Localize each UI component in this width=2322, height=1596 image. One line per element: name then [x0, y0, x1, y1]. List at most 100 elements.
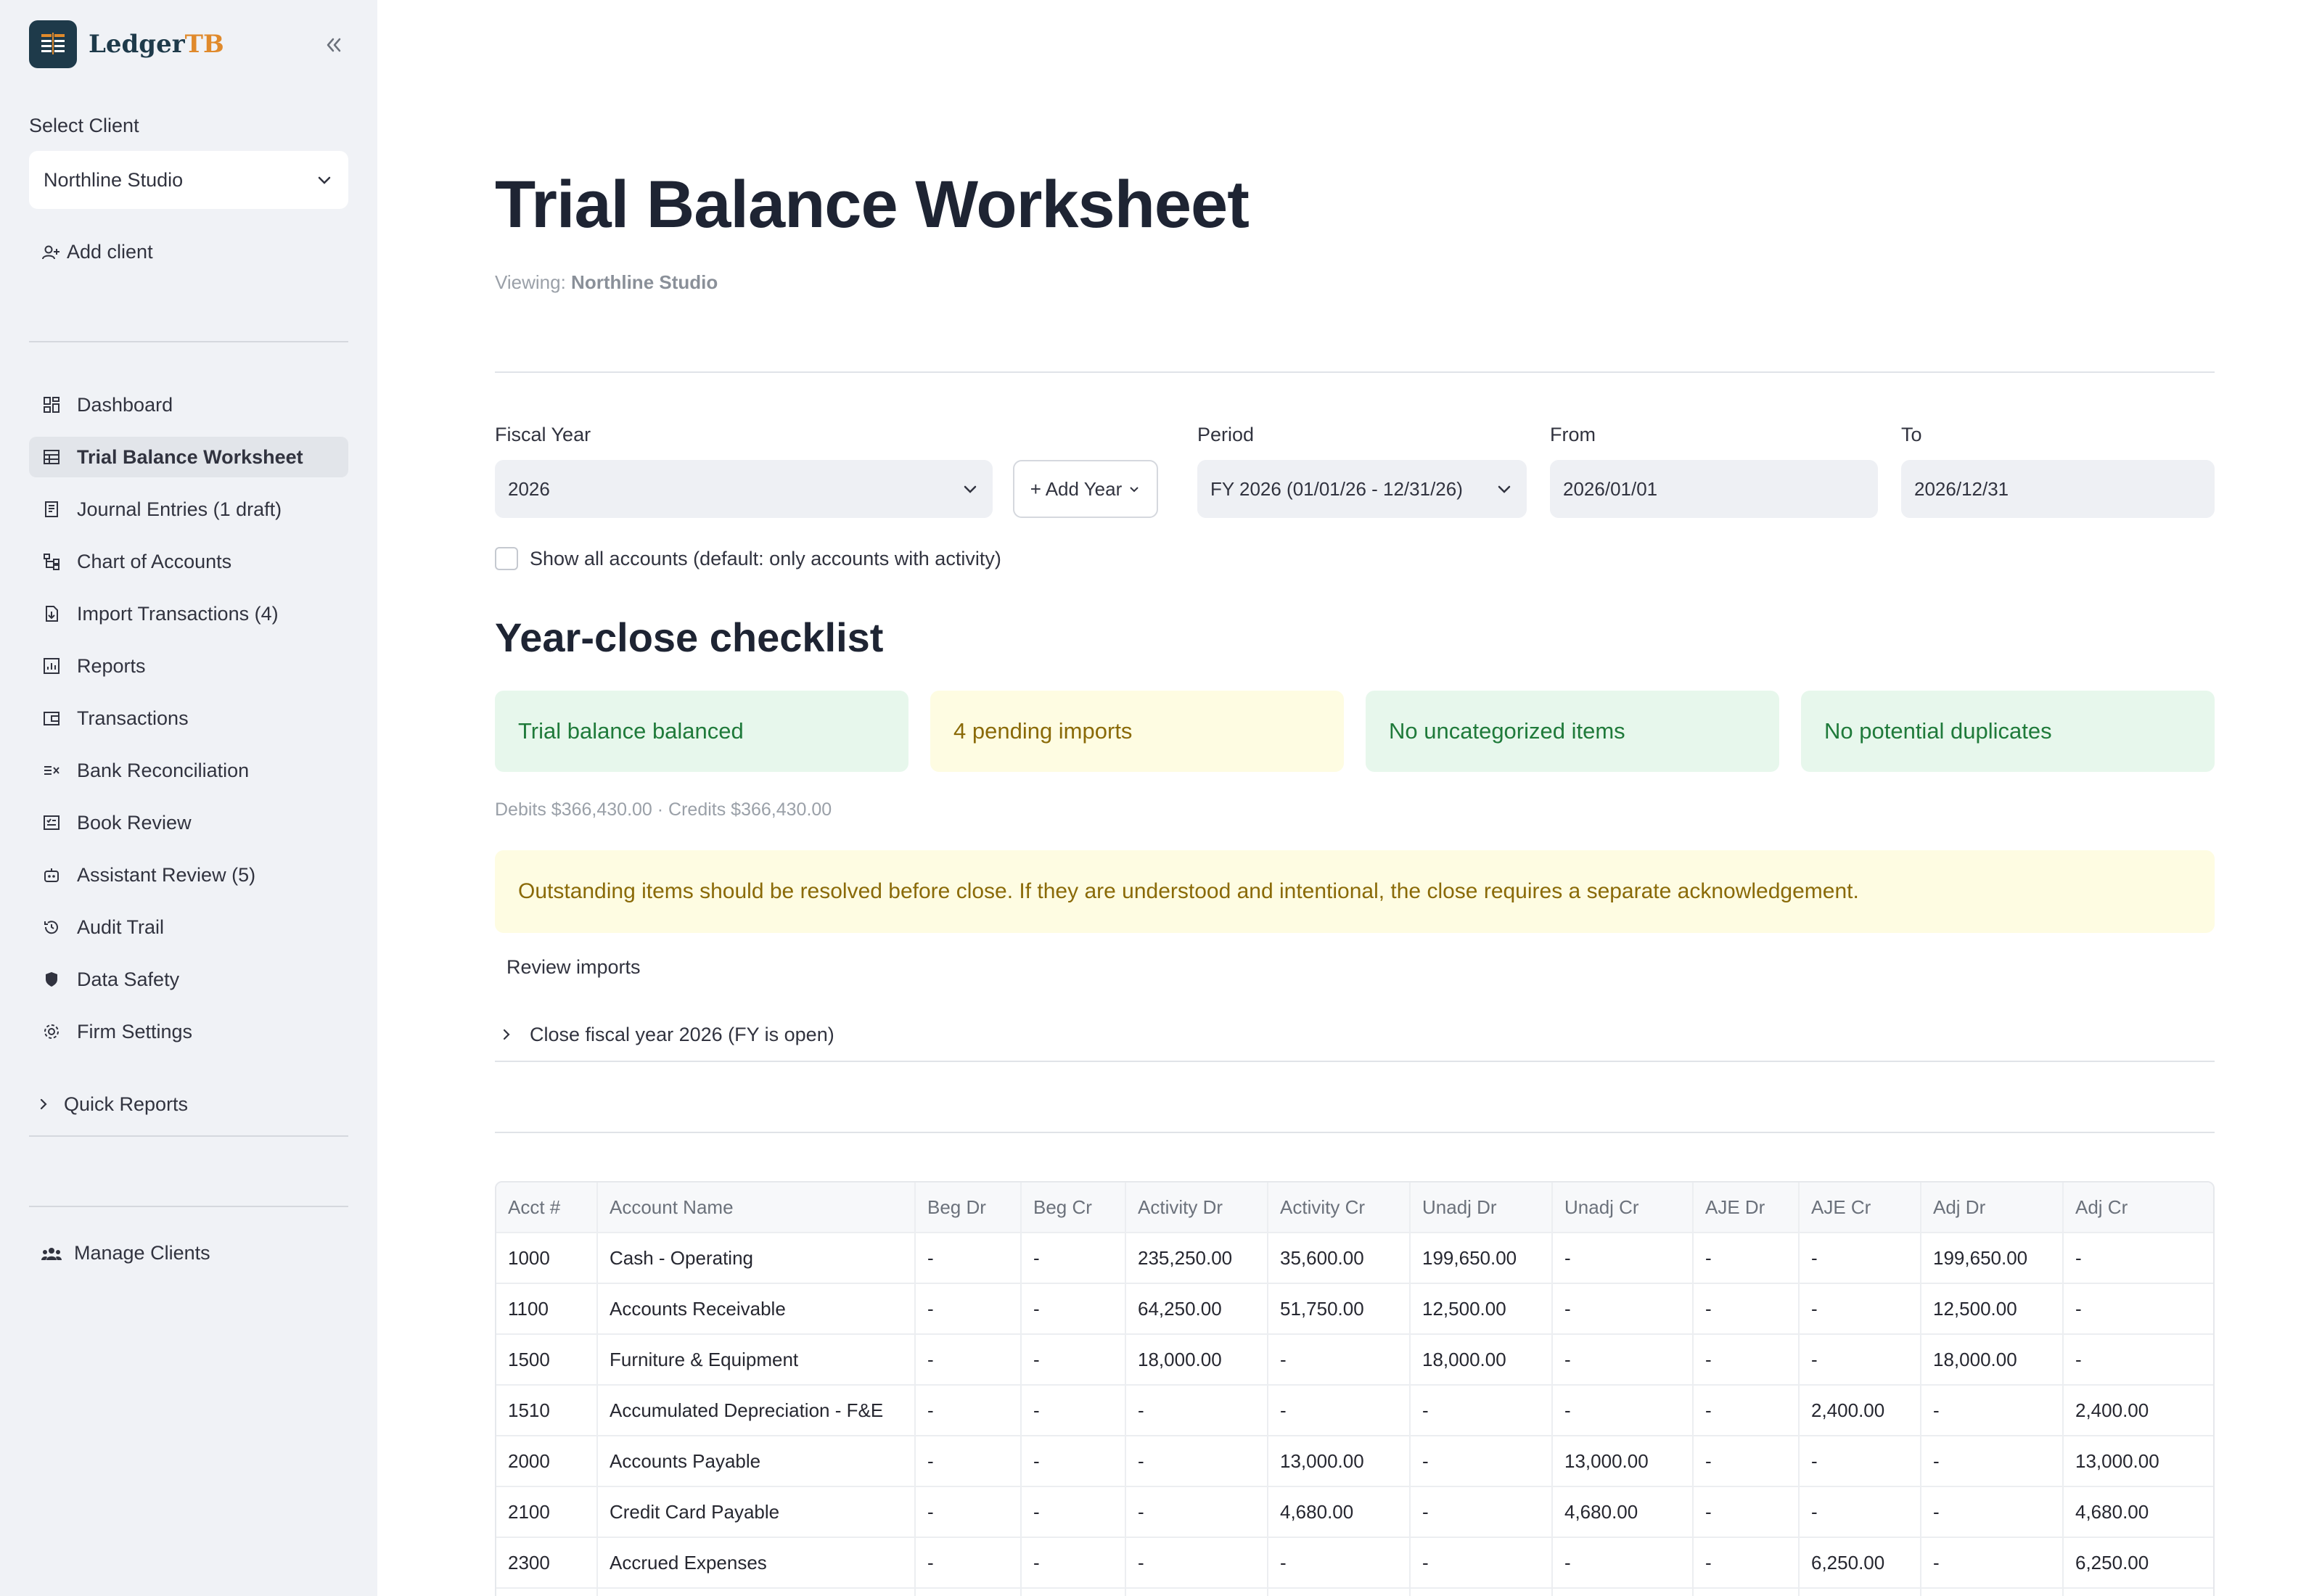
table-row[interactable]: 1000 Cash - Operating - -235,250.00 35,600.0…: [496, 1233, 2213, 1284]
sidebar-item-label: Import Transactions (4): [77, 602, 279, 625]
table-cell: -: [1022, 1335, 1126, 1384]
add-client-button[interactable]: Add client: [41, 241, 153, 263]
column-header[interactable]: Adj Dr: [1921, 1182, 2064, 1232]
table-row[interactable]: 1500 Furniture & Equipment - -18,000.00-18,…: [496, 1335, 2213, 1386]
column-header[interactable]: AJE Cr: [1800, 1182, 1921, 1232]
table-row[interactable]: 1100 Accounts Receivable - -64,250.00 51,750…: [496, 1284, 2213, 1335]
show-all-accounts-row[interactable]: Show all accounts (default: only account…: [495, 547, 1001, 570]
select-client-label: Select Client: [29, 115, 139, 136]
checklist-card-text: 4 pending imports: [953, 718, 1133, 744]
sidebar-item-audit-trail[interactable]: Audit Trail: [29, 907, 348, 947]
sidebar-item-data-safety[interactable]: Data Safety: [29, 959, 348, 1000]
trial-balance-table: Acct # Account Name Beg Dr Beg Cr Activity D…: [495, 1181, 2215, 1596]
users-icon: [41, 1247, 62, 1260]
totals-caption: Debits $366,430.00 · Credits $366,430.00: [495, 799, 832, 820]
from-label: From: [1550, 424, 1596, 445]
table-cell: -: [1022, 1487, 1126, 1537]
sidebar-item-dashboard[interactable]: Dashboard: [29, 384, 348, 425]
chevron-right-icon: [29, 1097, 58, 1111]
table-cell: -: [916, 1233, 1022, 1283]
sidebar-item-journal-entries[interactable]: Journal Entries (1 draft): [29, 489, 348, 530]
add-year-label: + Add Year: [1030, 477, 1123, 500]
column-header[interactable]: Unadj Dr: [1411, 1182, 1553, 1232]
fiscal-year-select[interactable]: 2026: [495, 460, 993, 518]
app-name: LedgerTB: [89, 30, 224, 59]
table-cell: 2300: [496, 1538, 598, 1587]
quick-reports-expander[interactable]: Quick Reports: [29, 1084, 348, 1124]
column-header[interactable]: Account Name: [598, 1182, 916, 1232]
viewing-label: Viewing:: [495, 271, 566, 293]
column-header[interactable]: Activity Cr: [1268, 1182, 1411, 1232]
table-cell: -: [1553, 1284, 1694, 1333]
review-imports-link[interactable]: Review imports: [506, 956, 641, 979]
column-header[interactable]: Beg Cr: [1022, 1182, 1126, 1232]
table-cell: 1510: [496, 1386, 598, 1435]
table-cell: -: [1694, 1233, 1800, 1283]
to-date-input[interactable]: 2026/12/31: [1901, 460, 2215, 518]
sidebar-item-import-transactions[interactable]: Import Transactions (4): [29, 593, 348, 634]
table-cell: Cash - Operating: [598, 1233, 916, 1283]
viewing-client: Northline Studio: [571, 271, 718, 293]
checklist-card: No uncategorized items: [1366, 691, 1779, 772]
show-all-accounts-checkbox[interactable]: [495, 547, 518, 570]
manage-clients-button[interactable]: Manage Clients: [41, 1242, 210, 1264]
sidebar-item-transactions[interactable]: Transactions: [29, 698, 348, 739]
period-select[interactable]: FY 2026 (01/01/26 - 12/31/26): [1197, 460, 1527, 518]
table-cell: -: [1022, 1436, 1126, 1486]
chevron-down-icon: [318, 176, 331, 184]
table-cell: 2000: [496, 1436, 598, 1486]
viewing-caption: Viewing: Northline Studio: [495, 271, 718, 294]
sidebar-item-assistant-review[interactable]: Assistant Review (5): [29, 855, 348, 895]
column-header[interactable]: AJE Dr: [1694, 1182, 1800, 1232]
table-cell: -: [1553, 1335, 1694, 1384]
sidebar-item-bank-reconciliation[interactable]: Bank Reconciliation: [29, 750, 348, 791]
collapse-sidebar-button[interactable]: [319, 30, 348, 59]
table-row[interactable]: 1510 Accumulated Depreciation - F&E - - - - - -…: [496, 1386, 2213, 1436]
table-cell: 199,650.00: [1921, 1233, 2064, 1283]
close-fiscal-year-expander[interactable]: Close fiscal year 2026 (FY is open): [495, 1014, 2215, 1062]
sidebar-item-firm-settings[interactable]: Firm Settings: [29, 1011, 348, 1052]
table-cell: 64,250.00: [1126, 1284, 1268, 1333]
period-value: FY 2026 (01/01/26 - 12/31/26): [1210, 477, 1463, 500]
client-select[interactable]: Northline Studio: [29, 151, 348, 209]
column-header[interactable]: Activity Dr: [1126, 1182, 1268, 1232]
column-header[interactable]: Adj Cr: [2064, 1182, 2213, 1232]
table-cell: -: [1694, 1487, 1800, 1537]
table-cell: 13,000.00: [2075, 1449, 2159, 1472]
double-chevron-left-icon: [327, 38, 341, 52]
sidebar-item-chart-of-accounts[interactable]: Chart of Accounts: [29, 541, 348, 582]
column-header[interactable]: Acct #: [496, 1182, 598, 1232]
app-logo[interactable]: LedgerTB: [29, 20, 348, 68]
sidebar-item-label: Firm Settings: [77, 1020, 193, 1042]
table-row[interactable]: 2100 Credit Card Payable - - -4,680.00-4,680…: [496, 1487, 2213, 1538]
sidebar-item-reports[interactable]: Reports: [29, 646, 348, 686]
add-year-button[interactable]: + Add Year: [1013, 460, 1158, 518]
table-cell: Accrued Expenses: [598, 1538, 916, 1587]
sidebar-item-label: Book Review: [77, 811, 192, 834]
table-cell: Credit Card Payable: [598, 1487, 916, 1537]
table-cell: -: [1126, 1487, 1268, 1537]
from-date-input[interactable]: 2026/01/01: [1550, 460, 1878, 518]
table-row[interactable]: 2300 Accrued Expenses - - - - - - -6,250.00-6,25…: [496, 1538, 2213, 1589]
wallet-icon: [41, 707, 62, 729]
journal-icon: [41, 498, 62, 520]
table-cell: -: [1411, 1436, 1553, 1486]
table-cell: -: [916, 1538, 1022, 1587]
column-header[interactable]: Unadj Cr: [1553, 1182, 1694, 1232]
table-cell: 6,250.00: [2075, 1551, 2149, 1574]
table-cell: -: [2075, 1246, 2082, 1269]
checklist-card-text: No uncategorized items: [1389, 718, 1625, 744]
table-row[interactable]: 2000 Accounts Payable - - -13,000.00-13,000.…: [496, 1436, 2213, 1487]
table-row[interactable]: [496, 1589, 2213, 1596]
table-cell: -: [916, 1487, 1022, 1537]
column-header[interactable]: Beg Dr: [916, 1182, 1022, 1232]
table-cell: -: [1694, 1538, 1800, 1587]
sidebar-item-book-review[interactable]: Book Review: [29, 802, 348, 843]
table-cell: [2064, 1589, 2213, 1596]
table-cell: 13,000.00: [1553, 1436, 1694, 1486]
sidebar-nav: Dashboard Trial Balance Worksheet Journa…: [29, 384, 348, 1064]
sidebar-item-label: Journal Entries (1 draft): [77, 498, 282, 520]
app-name-main: Ledger: [89, 30, 185, 59]
table-cell: [1126, 1589, 1268, 1596]
sidebar-item-trial-balance[interactable]: Trial Balance Worksheet: [29, 437, 348, 477]
